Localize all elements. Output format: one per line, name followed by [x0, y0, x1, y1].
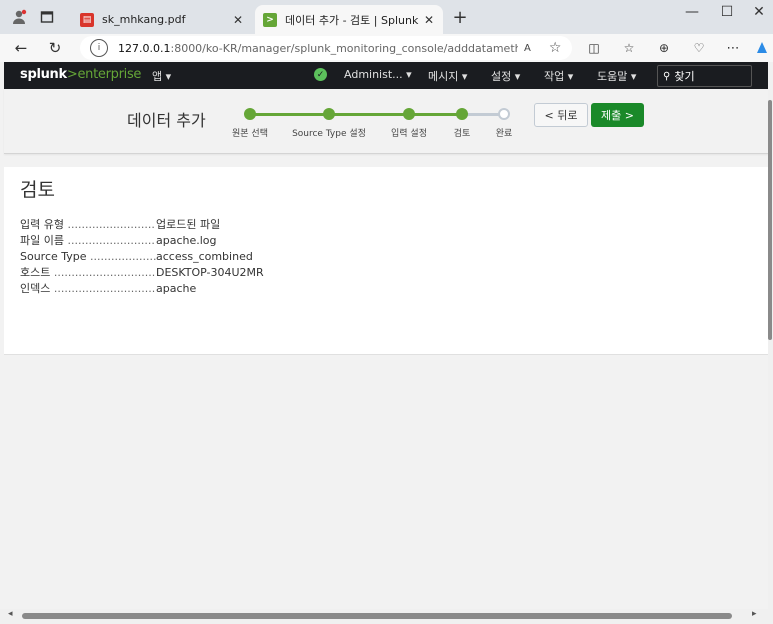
- splunk-logo[interactable]: splunk>enterprise: [20, 67, 141, 82]
- review-value: apache.log: [156, 233, 217, 247]
- review-value: 업로드된 파일: [156, 218, 221, 231]
- search-icon: ⚲: [663, 70, 671, 82]
- browser-essentials-icon[interactable]: ♡: [688, 38, 710, 58]
- favorites-icon[interactable]: ☆: [618, 38, 640, 58]
- step-label: Source Type 설정: [292, 129, 366, 139]
- review-row: 호스트 DESKTOP-304U2MR: [20, 264, 264, 280]
- tab-actions-icon[interactable]: [38, 8, 56, 26]
- new-tab-button[interactable]: +: [451, 7, 469, 28]
- health-status-icon[interactable]: ✓: [314, 68, 327, 81]
- review-value: DESKTOP-304U2MR: [156, 265, 264, 279]
- review-heading: 검토: [20, 179, 55, 201]
- back-arrow-icon[interactable]: ←: [10, 38, 32, 58]
- review-panel: 검토 입력 유형 업로드된 파일 파일 이름 apache.log Source…: [4, 167, 769, 355]
- submit-button[interactable]: 제출 >: [591, 103, 644, 127]
- close-icon[interactable]: ✕: [230, 13, 246, 27]
- back-button[interactable]: < 뒤로: [534, 103, 588, 127]
- tab-title: sk_mhkang.pdf: [102, 13, 186, 26]
- step-label: 완료: [495, 129, 513, 139]
- review-row: 인덱스 apache: [20, 280, 264, 296]
- window-close-icon[interactable]: ✕: [744, 4, 773, 20]
- settings-menu[interactable]: 설정 ▾: [491, 68, 520, 84]
- copilot-icon[interactable]: [751, 38, 773, 58]
- collections-icon[interactable]: ⊕: [653, 38, 675, 58]
- vertical-scrollbar-thumb[interactable]: [768, 100, 772, 340]
- more-menu-icon[interactable]: ⋯: [722, 38, 744, 58]
- horizontal-scrollbar-thumb[interactable]: [22, 613, 732, 619]
- minimize-icon[interactable]: —: [677, 4, 707, 20]
- search-placeholder: 찾기: [674, 70, 695, 83]
- messages-menu[interactable]: 메시지 ▾: [428, 68, 467, 84]
- url-field[interactable]: i 127.0.0.1:8000/ko-KR/manager/splunk_mo…: [80, 36, 572, 60]
- user-menu[interactable]: Administ... ▾: [344, 68, 412, 81]
- step-label: 검토: [453, 129, 471, 139]
- review-row: 파일 이름 apache.log: [20, 232, 264, 248]
- address-bar-row: ← ↻ i 127.0.0.1:8000/ko-KR/manager/splun…: [0, 34, 773, 62]
- splunk-top-bar: splunk>enterprise 앱 ▾ ✓ Administ... ▾ 메시…: [4, 62, 769, 89]
- help-menu[interactable]: 도움말 ▾: [597, 68, 636, 84]
- review-label: 입력 유형: [20, 216, 156, 232]
- review-row: 입력 유형 업로드된 파일: [20, 216, 264, 232]
- tab-splunk[interactable]: > 데이터 추가 - 검토 | Splunk 9.1.1 ✕: [255, 5, 443, 34]
- review-row: Source Type access_combined: [20, 248, 264, 264]
- add-data-wizard-header: 데이터 추가 원본 선택 Source Type 설정 입력 설정 검토 완료 …: [4, 89, 769, 154]
- close-icon[interactable]: ✕: [421, 13, 437, 27]
- review-label: 파일 이름: [20, 232, 156, 248]
- step-dot-sourcetype: [323, 108, 335, 120]
- split-screen-icon[interactable]: ◫: [583, 38, 605, 58]
- favorite-star-icon[interactable]: ☆: [549, 40, 562, 56]
- maximize-icon[interactable]: ☐: [712, 4, 742, 20]
- apps-menu[interactable]: 앱 ▾: [152, 68, 171, 84]
- info-icon[interactable]: i: [90, 39, 108, 57]
- progress-line-complete: [250, 113, 462, 116]
- step-dot-review: [456, 108, 468, 120]
- activity-menu[interactable]: 작업 ▾: [544, 68, 573, 84]
- splunk-icon: >: [263, 12, 277, 27]
- search-input[interactable]: ⚲ 찾기: [657, 65, 752, 87]
- review-label: Source Type: [20, 250, 156, 263]
- tab-title: 데이터 추가 - 검토 | Splunk 9.1.1: [285, 13, 421, 27]
- review-value: apache: [156, 281, 197, 295]
- browser-tab-bar: ▤ sk_mhkang.pdf ✕ > 데이터 추가 - 검토 | Splunk…: [0, 0, 773, 34]
- pdf-icon: ▤: [80, 12, 94, 27]
- tab-pdf[interactable]: ▤ sk_mhkang.pdf ✕: [72, 5, 252, 34]
- step-dot-source: [244, 108, 256, 120]
- step-label: 입력 설정: [391, 129, 427, 139]
- step-label: 원본 선택: [232, 129, 268, 139]
- review-value: access_combined: [156, 249, 253, 263]
- url-text: 127.0.0.1:8000/ko-KR/manager/splunk_moni…: [118, 41, 518, 55]
- profile-icon[interactable]: [10, 8, 28, 26]
- review-label: 인덱스: [20, 280, 156, 296]
- read-aloud-icon[interactable]: A: [524, 43, 531, 54]
- scroll-right-arrow-icon[interactable]: ▸: [752, 609, 757, 619]
- reload-icon[interactable]: ↻: [44, 38, 66, 58]
- scroll-left-arrow-icon[interactable]: ◂: [8, 609, 13, 619]
- step-dot-input: [403, 108, 415, 120]
- review-list: 입력 유형 업로드된 파일 파일 이름 apache.log Source Ty…: [20, 216, 264, 296]
- review-label: 호스트: [20, 264, 156, 280]
- step-dot-done: [498, 108, 510, 120]
- page-title: 데이터 추가: [127, 111, 206, 130]
